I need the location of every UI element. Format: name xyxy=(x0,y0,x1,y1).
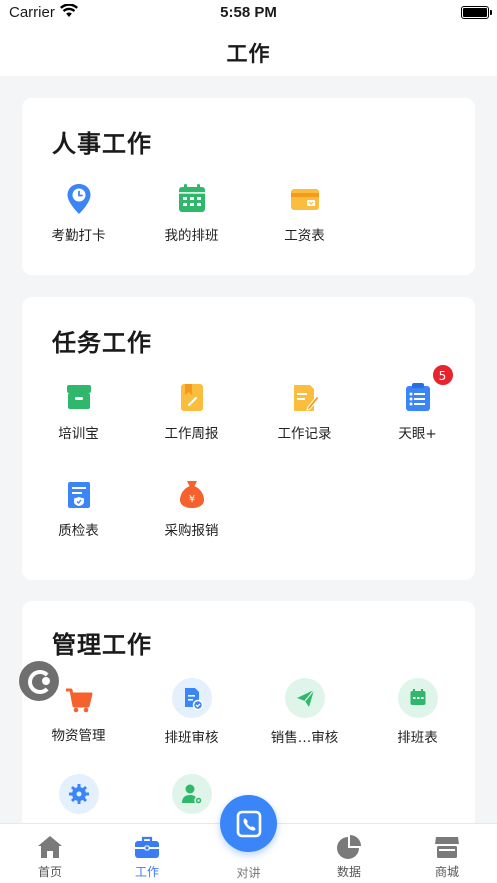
grid-item-label: 工资表 xyxy=(284,228,325,244)
intercom-phone-icon xyxy=(236,810,262,838)
grid-item-label: 培训宝 xyxy=(58,426,99,442)
weekly-report-icon xyxy=(170,376,214,420)
grid-item-label: 排班表 xyxy=(397,730,438,746)
svg-text:¥: ¥ xyxy=(188,494,194,505)
grid-item-label: 排班审核 xyxy=(164,730,219,746)
grid-item-schedule-table[interactable]: 排班表 xyxy=(361,676,474,746)
tab-work[interactable]: 工作 xyxy=(97,824,197,880)
grid-item-label: 考勤打卡 xyxy=(51,228,106,244)
grid-item-attendance[interactable]: 考勤打卡 xyxy=(22,178,135,244)
grid-item-settings[interactable] xyxy=(22,772,135,818)
briefcase-icon xyxy=(133,834,161,860)
grid-item-quality-check[interactable]: 质检表 xyxy=(22,473,135,539)
tab-label: 数据 xyxy=(336,865,361,879)
tab-data[interactable]: 数据 xyxy=(299,824,399,880)
mgmt-section-title: 管理工作 xyxy=(52,631,152,659)
home-icon xyxy=(36,834,64,860)
grid-item-label: 天眼+ xyxy=(398,426,437,442)
work-record-icon xyxy=(283,376,327,420)
calendar-icon xyxy=(170,178,214,222)
grid-item-work-record[interactable]: 工作记录 xyxy=(248,376,361,442)
intercom-button[interactable] xyxy=(220,795,277,852)
location-clock-icon xyxy=(57,178,101,222)
grid-item-salary[interactable]: 工资表 xyxy=(248,178,361,244)
status-bar: Carrier 5:58 PM xyxy=(0,0,497,26)
status-time: 5:58 PM xyxy=(220,4,277,21)
sky-eye-list-icon: 5 xyxy=(396,364,454,420)
grid-item-sales-review[interactable]: 销售…审核 xyxy=(248,676,361,746)
grid-item-schedule-review[interactable]: 排班审核 xyxy=(135,676,248,746)
tab-label: 工作 xyxy=(134,865,159,879)
grid-item-label: 工作记录 xyxy=(277,426,332,442)
cart-icon xyxy=(57,678,101,722)
grid-item-weekly-report[interactable]: 工作周报 xyxy=(135,376,248,442)
tab-store[interactable]: 商城 xyxy=(397,824,497,880)
intercom-label: 对讲 xyxy=(236,866,261,880)
grid-item-label: 我的排班 xyxy=(164,228,219,244)
schedule-table-icon xyxy=(396,676,440,720)
user-settings-icon xyxy=(170,772,214,816)
grid-item-purchase[interactable]: ¥ 采购报销 xyxy=(135,473,248,539)
hr-work-card: 人事工作 考勤打卡 我的排班 工资表 xyxy=(22,98,475,275)
grid-item-my-schedule[interactable]: 我的排班 xyxy=(135,178,248,244)
notification-badge: 5 xyxy=(431,364,454,386)
settings-gear-icon xyxy=(57,772,101,816)
grid-item-label: 销售…审核 xyxy=(270,730,339,746)
hr-section-title: 人事工作 xyxy=(52,130,152,158)
nav-bar: 工作 xyxy=(0,26,497,76)
grid-item-label: 物资管理 xyxy=(51,728,106,744)
wallet-card-icon xyxy=(283,178,327,222)
send-plane-icon xyxy=(283,676,327,720)
schedule-review-icon xyxy=(170,676,214,720)
grid-item-label: 采购报销 xyxy=(164,523,219,539)
training-box-icon xyxy=(57,376,101,420)
pie-chart-icon xyxy=(335,834,363,860)
grid-item-label: 质检表 xyxy=(58,523,99,539)
grid-item-training[interactable]: 培训宝 xyxy=(22,376,135,442)
purchase-money-bag-icon: ¥ xyxy=(170,473,214,517)
store-icon xyxy=(433,834,461,860)
page-title: 工作 xyxy=(226,42,271,66)
quality-check-icon xyxy=(57,473,101,517)
tab-home[interactable]: 首页 xyxy=(0,824,100,880)
tab-label: 首页 xyxy=(37,865,62,879)
task-section-title: 任务工作 xyxy=(52,329,152,357)
grid-item-sky-eye[interactable]: 5 天眼+ xyxy=(361,364,474,442)
battery-icon xyxy=(461,6,492,19)
floating-assist-button[interactable] xyxy=(19,661,59,701)
task-work-card: 任务工作 培训宝 工作周报 工作记录 5 天眼+ 质检表 ¥ 采购报销 xyxy=(22,297,475,580)
grid-item-label: 工作周报 xyxy=(164,426,219,442)
tab-label: 商城 xyxy=(434,865,459,879)
